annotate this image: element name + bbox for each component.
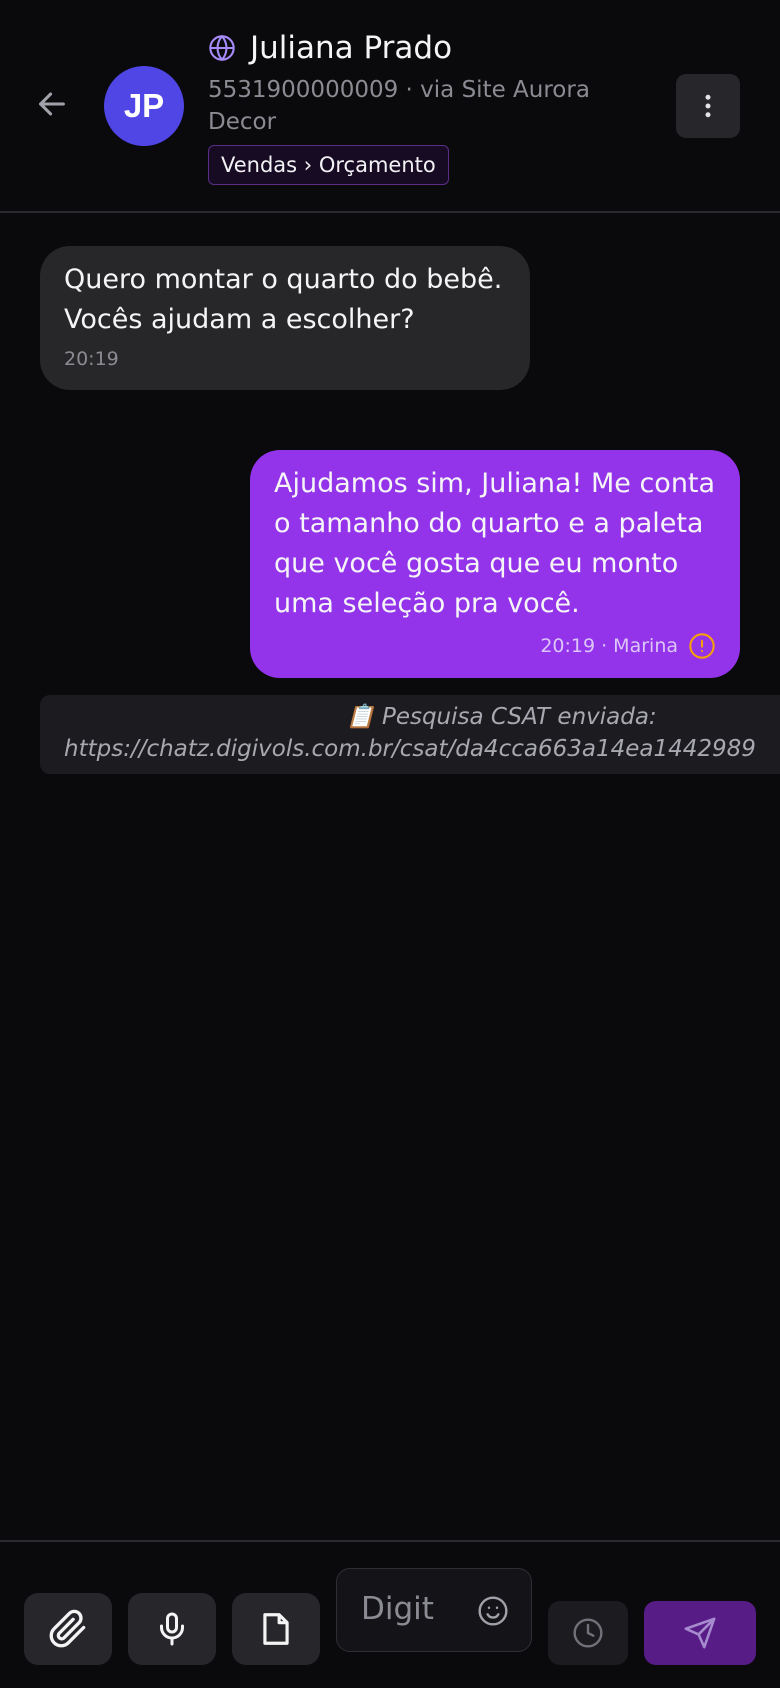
message-text: Ajudamos sim, Juliana! Me conta o tamanh… [274,468,716,619]
smile-icon [478,1596,508,1626]
arrow-left-icon [39,92,65,116]
more-vertical-icon [705,94,711,118]
message-time: 20:19 [64,348,119,370]
system-note-csat: 📋 Pesquisa CSAT enviada: https://chatz.d… [40,695,780,774]
file-icon [263,1613,289,1645]
chat-screen: JP Juliana Prado 5531900000009 · via Sit… [0,0,780,1688]
back-button[interactable] [28,80,76,128]
avatar-initials: JP [123,87,165,124]
emoji-button[interactable] [475,1593,511,1629]
outgoing-message: Ajudamos sim, Juliana! Me conta o tamanh… [250,450,740,678]
message-text: Quero montar o quarto do bebê. Vocês aju… [64,264,503,335]
avatar: JP [104,66,184,146]
message-input[interactable] [361,1583,471,1635]
attach-button[interactable] [24,1593,112,1665]
message-time-author: 20:19 · Marina [540,635,678,657]
system-note-title: 📋 Pesquisa CSAT enviada: [346,704,657,730]
send-icon [684,1617,716,1649]
send-button[interactable] [644,1601,756,1665]
contact-info: Juliana Prado 5531900000009 · via Site A… [208,26,648,185]
globe-icon [209,34,235,62]
message-input-wrapper [336,1568,532,1652]
message-list[interactable]: Quero montar o quarto do bebê. Vocês aju… [0,215,780,1540]
file-template-button[interactable] [232,1593,320,1665]
csat-link[interactable]: https://chatz.digivols.com.br/csat/da4cc… [64,733,780,765]
message-meta: 20:19 · Marina [274,632,716,660]
chat-header: JP Juliana Prado 5531900000009 · via Sit… [0,0,780,213]
composer-bar [0,1540,780,1688]
pipeline-tag[interactable]: Vendas › Orçamento [208,145,449,185]
more-options-button[interactable] [676,74,740,138]
clock-icon [573,1618,603,1648]
record-audio-button[interactable] [128,1593,216,1665]
contact-name-row: Juliana Prado [208,26,648,70]
paperclip-icon [49,1609,86,1648]
schedule-message-button[interactable] [548,1601,628,1665]
incoming-message: Quero montar o quarto do bebê. Vocês aju… [40,246,530,390]
microphone-icon [160,1612,184,1646]
contact-subtitle: 5531900000009 · via Site Aurora Decor [208,77,590,135]
contact-name: Juliana Prado [250,30,453,66]
alert-circle-icon[interactable] [688,632,716,660]
